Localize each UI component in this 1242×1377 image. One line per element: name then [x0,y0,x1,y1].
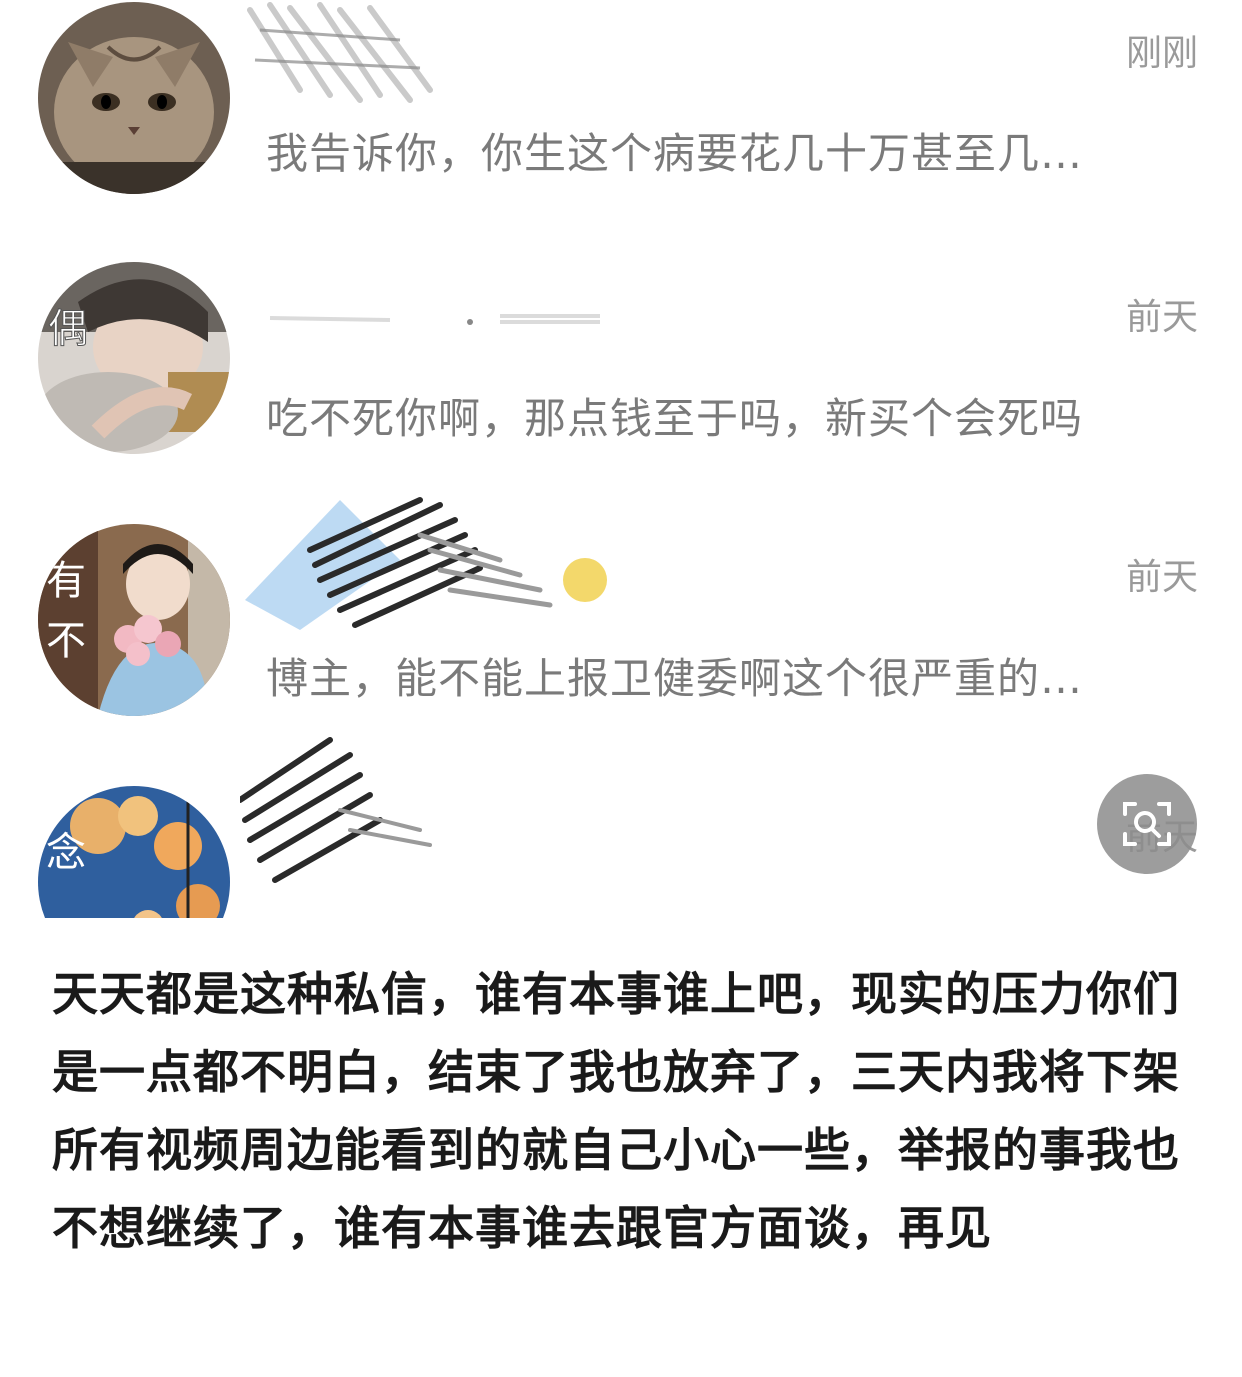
sky-clouds-avatar-icon: 念 [38,786,230,918]
person-avatar-icon: 偶 [38,262,230,454]
scan-icon [1123,802,1171,846]
cat-avatar-icon [38,2,230,194]
message-time: 前天 [1125,557,1198,598]
redacted-name-scribble [245,497,607,630]
message-row[interactable]: 偶 前天 吃不死你啊，那点钱至于吗，新买个会死吗 [0,260,1242,500]
message-row[interactable]: 有 不 前天 博主，能不能上报卫健委啊这个很严重的… [0,497,1242,760]
message-row[interactable]: 念 前天 [0,737,1242,918]
redacted-name-scribble [240,737,432,883]
svg-text:有: 有 [46,558,86,604]
message-time: 刚刚 [1125,33,1198,74]
scan-button[interactable] [1097,774,1197,874]
caption-text: 天天都是这种私信，谁有本事谁上吧，现实的压力你们是一点都不明白，结束了我也放弃了… [52,967,1180,1255]
girl-with-flowers-avatar-icon: 有 不 [38,524,230,716]
message-list: 刚刚 我告诉你，你生这个病要花几十万甚至几… 偶 前天 吃不死你啊，那点钱至于吗… [0,0,1242,918]
avatar[interactable]: 念 [38,786,230,918]
redacted-name-scribble [247,2,433,103]
avatar[interactable] [38,2,230,194]
redacted-name-scribble [269,314,600,325]
message-preview: 吃不死你啊，那点钱至于吗，新买个会死吗 [266,394,1084,443]
message-preview: 我告诉你，你生这个病要花几十万甚至几… [266,129,1084,178]
avatar[interactable]: 偶 [38,262,230,454]
svg-text:不: 不 [46,618,86,664]
message-row[interactable]: 刚刚 我告诉你，你生这个病要花几十万甚至几… [0,0,1242,240]
svg-text:念: 念 [46,830,86,876]
svg-text:偶: 偶 [48,306,88,352]
message-time: 前天 [1125,297,1198,338]
avatar[interactable]: 有 不 [38,524,230,716]
message-preview: 博主，能不能上报卫健委啊这个很严重的… [266,654,1084,703]
